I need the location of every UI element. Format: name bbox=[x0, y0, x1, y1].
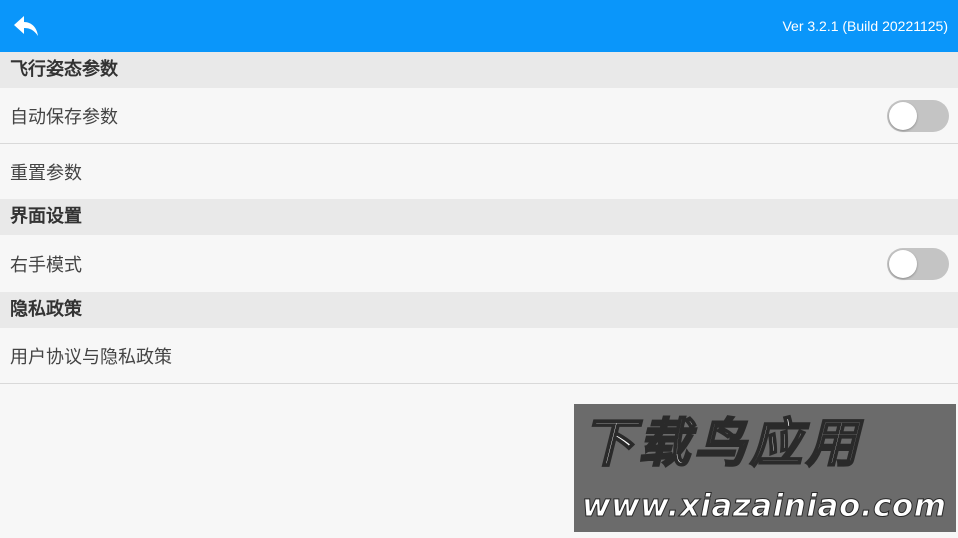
section-header-flight-params: 飞行姿态参数 bbox=[0, 52, 958, 88]
watermark-url: www.xiazainiao.com bbox=[582, 488, 947, 525]
row-label: 用户协议与隐私政策 bbox=[10, 346, 172, 368]
settings-row-reset-params[interactable]: 重置参数 bbox=[0, 144, 958, 199]
section-header-ui-settings: 界面设置 bbox=[0, 199, 958, 235]
section-header-privacy: 隐私政策 bbox=[0, 292, 958, 328]
right-hand-mode-toggle[interactable] bbox=[887, 247, 949, 280]
toggle-knob bbox=[889, 101, 917, 130]
auto-save-toggle[interactable] bbox=[887, 99, 949, 132]
row-label: 右手模式 bbox=[10, 254, 82, 276]
version-label: Ver 3.2.1 (Build 20221125) bbox=[782, 18, 948, 34]
back-arrow-icon bbox=[14, 16, 38, 36]
top-bar: Ver 3.2.1 (Build 20221125) bbox=[0, 0, 958, 52]
settings-row-auto-save[interactable]: 自动保存参数 bbox=[0, 88, 958, 144]
watermark-title: 下载鸟应用 bbox=[581, 413, 863, 475]
back-button[interactable] bbox=[6, 6, 46, 46]
toggle-knob bbox=[889, 249, 917, 278]
settings-row-user-agreement[interactable]: 用户协议与隐私政策 bbox=[0, 328, 958, 384]
watermark-logo: 下载鸟应用 www.xiazainiao.com bbox=[574, 404, 956, 532]
row-label: 自动保存参数 bbox=[10, 106, 118, 128]
row-label: 重置参数 bbox=[10, 162, 82, 184]
settings-row-right-hand-mode[interactable]: 右手模式 bbox=[0, 235, 958, 292]
